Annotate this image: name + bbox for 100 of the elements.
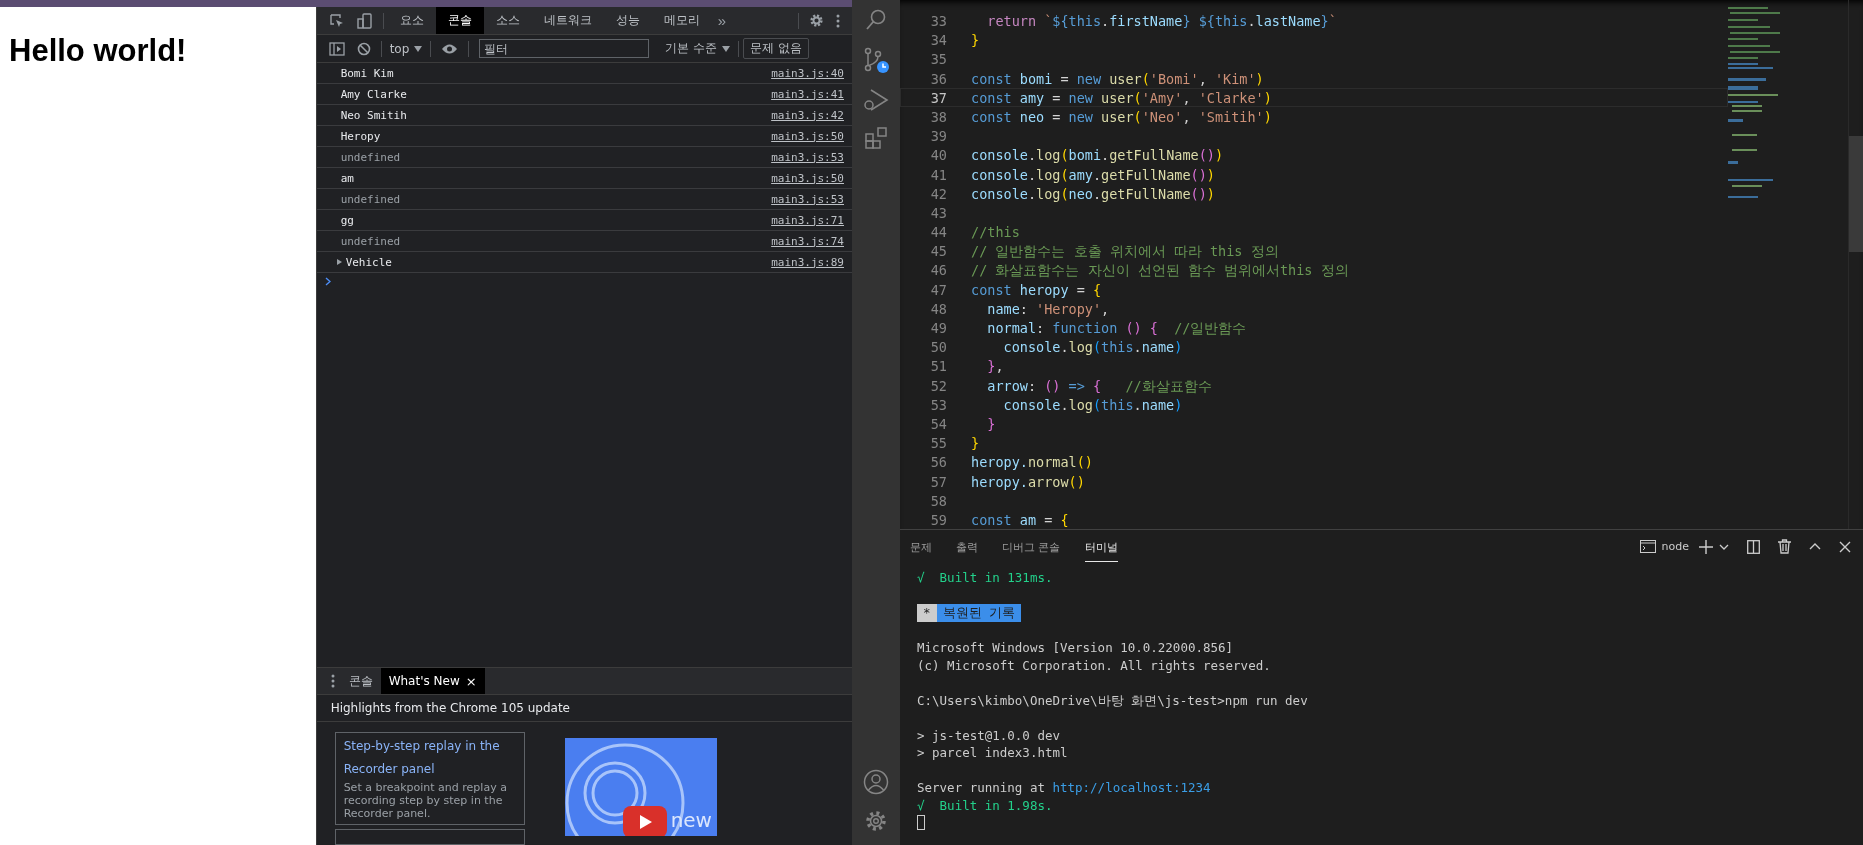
drawer-tab-label[interactable]: What's New xyxy=(388,674,460,688)
source-link[interactable]: main3.js:53 xyxy=(771,150,844,164)
line-number: 51 xyxy=(929,357,948,375)
code-line: } xyxy=(971,31,980,49)
drawer-tab[interactable]: What's New × xyxy=(380,668,485,694)
line-number: 56 xyxy=(929,453,948,471)
line-number: 37 xyxy=(929,88,948,106)
terminal-shell-label[interactable]: node xyxy=(1661,540,1689,554)
devtools-tab[interactable]: 요소 xyxy=(387,7,436,34)
object-entry[interactable]: Vehicle xyxy=(336,255,392,269)
source-link[interactable]: main3.js:74 xyxy=(771,234,844,248)
devtools-tab[interactable]: 메모리 xyxy=(651,7,712,34)
panel-tab[interactable]: 터미널 xyxy=(1084,531,1118,562)
source-link[interactable]: main3.js:50 xyxy=(771,129,844,143)
line-number: 54 xyxy=(929,414,948,433)
code-line: } xyxy=(971,434,980,452)
devtools-tab[interactable]: 콘솔 xyxy=(435,7,484,34)
panel-tab[interactable]: 출력 xyxy=(956,531,978,562)
code-line: // 화살표함수는 자신이 선언된 함수 범위에서this 정의 xyxy=(971,261,1349,279)
feature-card[interactable] xyxy=(334,829,525,845)
device-toolbar-icon[interactable] xyxy=(356,12,373,29)
source-link[interactable]: main3.js:40 xyxy=(771,66,844,80)
terminal-line: > js-test@1.0.0 dev xyxy=(917,726,1060,745)
more-options-icon[interactable] xyxy=(836,13,840,28)
close-icon[interactable] xyxy=(1839,540,1851,553)
account-icon[interactable] xyxy=(863,769,889,795)
console-message: gg xyxy=(340,213,354,227)
restored-history-label: 복원된 기록 xyxy=(936,604,1022,622)
trash-icon[interactable] xyxy=(1778,539,1791,555)
play-button-icon[interactable] xyxy=(622,806,667,836)
line-number: 57 xyxy=(929,472,948,490)
run-debug-icon[interactable] xyxy=(863,88,889,112)
filter-field[interactable]: 필터 xyxy=(479,39,650,58)
panel-tab[interactable]: 문제 xyxy=(910,531,932,562)
caret-icon xyxy=(722,45,731,52)
source-link[interactable]: main3.js:71 xyxy=(771,213,844,227)
feature-card[interactable]: Step-by-step replay in the Recorder panel Set a breakpoint and replay a recording step by step in the Recorder panel. xyxy=(334,732,525,825)
eye-icon[interactable] xyxy=(441,42,459,55)
server-link[interactable]: http://localhost:1234 xyxy=(1052,779,1211,797)
feature-link[interactable]: Step-by-step replay in the Recorder panel xyxy=(343,735,516,781)
page-heading: Hello world! xyxy=(8,32,187,69)
whats-new-header: Highlights from the Chrome 105 update xyxy=(316,695,852,722)
context-dropdown[interactable]: top xyxy=(385,41,427,56)
source-link[interactable]: main3.js:41 xyxy=(771,87,844,101)
settings-icon[interactable] xyxy=(809,13,824,28)
sidebar-toggle-icon[interactable] xyxy=(328,41,345,56)
console-message: Bomi Kim xyxy=(340,66,394,80)
source-link[interactable]: main3.js:53 xyxy=(771,192,844,206)
terminal-line: C:\Users\kimbo\OneDrive\바탕 화면\js-test>npm run dev xyxy=(917,691,1308,710)
terminal-line: Server running at xyxy=(917,779,1045,797)
log-levels-dropdown[interactable]: 기본 수준 xyxy=(661,40,735,57)
source-link[interactable]: main3.js:50 xyxy=(771,171,844,185)
search-icon[interactable] xyxy=(864,8,888,32)
caret-icon xyxy=(414,45,423,52)
drawer-menu-icon[interactable] xyxy=(330,674,335,688)
source-link[interactable]: main3.js:42 xyxy=(771,108,844,122)
console-message: Neo Smitih xyxy=(340,108,407,122)
drawer-tab[interactable]: 콘솔 xyxy=(340,668,381,694)
close-tab-button[interactable]: × xyxy=(465,673,477,689)
settings-icon[interactable] xyxy=(864,809,888,833)
source-control-icon[interactable] xyxy=(862,46,890,74)
devtools-tab[interactable]: 성능 xyxy=(603,7,652,34)
panel-tab[interactable]: 디버그 콘솔 xyxy=(1002,531,1061,562)
extensions-icon[interactable] xyxy=(864,126,888,150)
line-number: 46 xyxy=(929,261,948,279)
code-line: console.log(this.name) xyxy=(1002,395,1183,413)
line-number: 55 xyxy=(929,434,948,452)
devtools-tab[interactable]: 소스 xyxy=(483,7,532,34)
restored-marker: * xyxy=(917,604,937,622)
line-number: 36 xyxy=(929,69,948,87)
code-line: heropy.arrow() xyxy=(971,472,1085,490)
code-line: }, xyxy=(986,357,1004,375)
scrollbar-thumb[interactable] xyxy=(1849,136,1863,252)
console-message: undefined xyxy=(340,234,401,248)
code-line: console.log(bomi.getFullName()) xyxy=(971,146,1224,164)
line-number: 58 xyxy=(929,491,948,509)
line-number: 48 xyxy=(929,299,948,317)
inspect-icon[interactable] xyxy=(328,12,345,29)
code-line: console.log(this.name) xyxy=(1002,338,1183,356)
line-number: 35 xyxy=(929,50,948,68)
plus-icon[interactable] xyxy=(1699,539,1713,554)
devtools-tab[interactable]: 네트워크 xyxy=(531,7,604,34)
split-icon[interactable] xyxy=(1747,539,1760,554)
code-line: const amy = new user('Amy', 'Clarke') xyxy=(971,88,1272,106)
code-line: normal: function () { //일반함수 xyxy=(986,319,1247,337)
line-number: 38 xyxy=(929,107,948,126)
drawer-tab-label[interactable]: 콘솔 xyxy=(348,672,373,690)
source-link[interactable]: main3.js:89 xyxy=(771,255,844,269)
console-message: undefined xyxy=(340,150,401,164)
clear-console-icon[interactable] xyxy=(356,41,371,56)
line-number: 44 xyxy=(929,223,948,241)
issues-button[interactable]: 문제 없음 xyxy=(743,38,809,59)
line-number: 42 xyxy=(929,184,948,202)
code-line: const heropy = { xyxy=(971,280,1102,298)
maximize-panel-icon[interactable] xyxy=(1809,543,1821,551)
code-line: return `${this.firstName} ${this.lastName}` xyxy=(986,12,1337,30)
more-tabs-button[interactable]: » xyxy=(711,12,732,29)
terminal-cursor xyxy=(917,815,925,831)
console-message: Amy Clarke xyxy=(340,87,407,101)
chevron-down-icon[interactable] xyxy=(1719,543,1729,550)
